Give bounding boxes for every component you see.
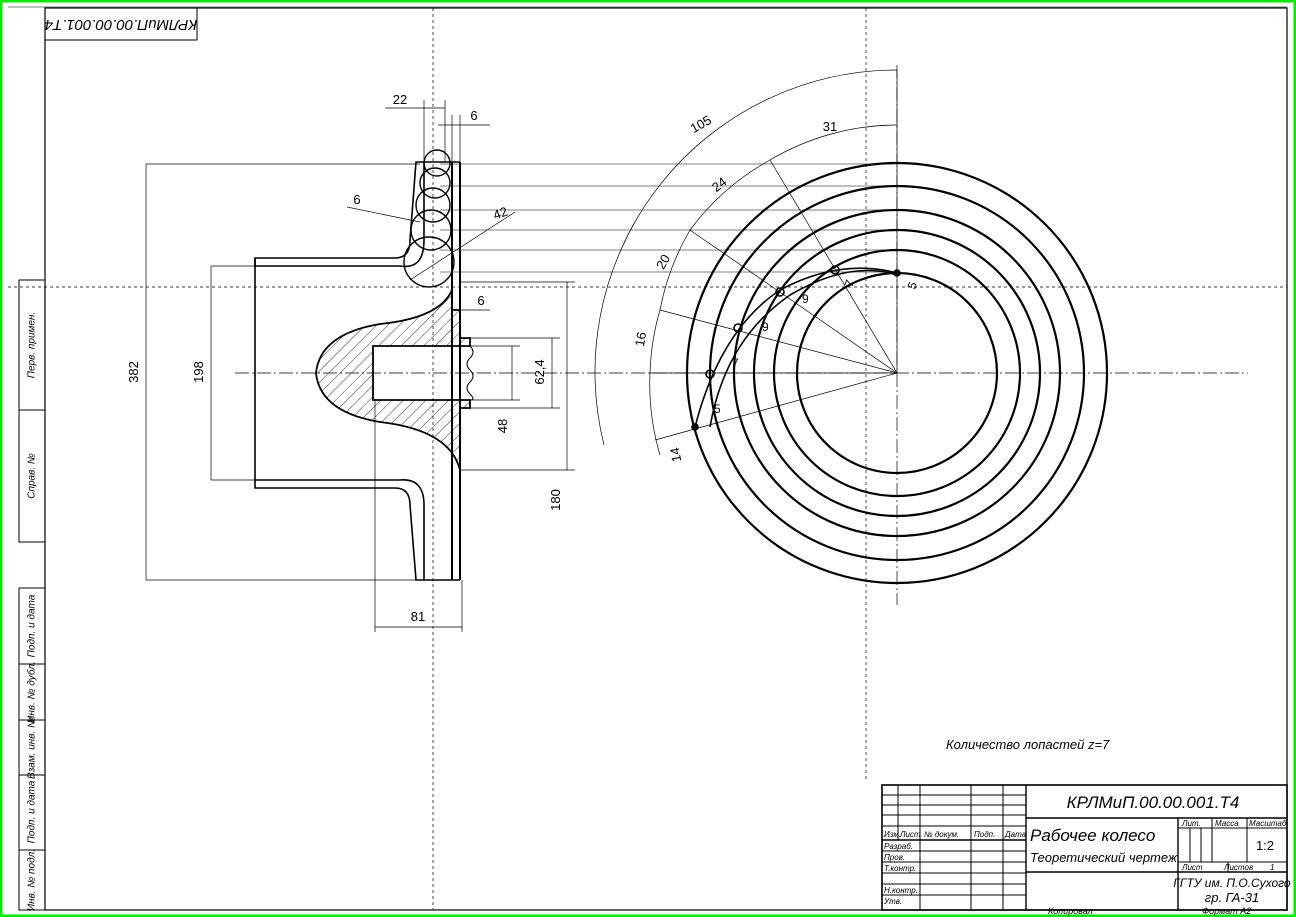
dim-48: 48 xyxy=(495,419,510,433)
side-label-vzam: Взам. инв. № xyxy=(27,717,38,779)
tb-h-date: Дата xyxy=(1004,830,1027,839)
blade-r5b: 5 xyxy=(905,280,921,291)
tb-list: Лист xyxy=(1181,863,1203,872)
tb-massa: Масса xyxy=(1215,819,1239,828)
rotated-stamp: КРЛМиП.00.00.001.Т4 xyxy=(44,7,198,41)
tb-prov: Пров. xyxy=(884,853,905,862)
tb-nkontr: Н.контр. xyxy=(884,886,918,895)
drawing-sheet: КРЛМиП.00.00.001.Т4 Перв. примен. Справ.… xyxy=(0,0,1296,917)
tb-group: гр. ГА-31 xyxy=(1205,890,1259,905)
dim-180: 180 xyxy=(548,489,563,511)
tb-listov-val: 1 xyxy=(1270,863,1274,872)
tb-designation: КРЛМиП.00.00.001.Т4 xyxy=(1067,793,1240,812)
blade-r9b: 9 xyxy=(802,292,809,306)
tb-org: ГГТУ им. П.О.Сухого xyxy=(1173,876,1291,890)
tb-tkontr: Т.контр. xyxy=(884,864,916,873)
angle-20: 20 xyxy=(653,252,673,272)
dim-22: 22 xyxy=(393,92,407,107)
dim-6-fillet: 6 xyxy=(353,192,360,207)
sheet-border xyxy=(8,6,1288,911)
angle-31: 31 xyxy=(823,119,837,134)
tb-name: Рабочее колесо xyxy=(1030,826,1155,845)
dim-6-hub: 6 xyxy=(477,293,484,308)
tb-h-list: Лист xyxy=(899,830,921,839)
blade-r9a: 9 xyxy=(762,320,769,334)
dim-382: 382 xyxy=(126,361,141,383)
angle-16: 16 xyxy=(632,331,649,348)
dim-6-top: 6 xyxy=(470,108,477,123)
blade-r5a: 5 xyxy=(714,402,721,416)
tb-lit: Лит. xyxy=(1181,819,1201,828)
tb-format: Формат А2 xyxy=(1202,906,1251,916)
side-label-podp1: Подп. и дата xyxy=(27,594,38,657)
blade-r7a: 7 xyxy=(732,356,739,370)
angle-14: 14 xyxy=(667,446,684,463)
tb-h-docnum: № докум. xyxy=(924,830,959,839)
dim-198: 198 xyxy=(191,361,206,383)
tb-scale: 1:2 xyxy=(1256,838,1274,853)
tb-listov: Листов xyxy=(1223,863,1253,872)
tb-utv: Утв. xyxy=(883,897,902,906)
dim-81: 81 xyxy=(411,609,425,624)
blade-count-note: Количество лопастей z=7 xyxy=(946,737,1110,752)
stamp-rotated-text: КРЛМиП.00.00.001.Т4 xyxy=(45,16,197,33)
blade-curves xyxy=(691,265,901,431)
window-frame xyxy=(0,0,1296,917)
tb-doc-type: Теоретический чертеж xyxy=(1030,850,1178,865)
hub-hatched xyxy=(315,289,474,471)
side-label-perv: Перв. примен. xyxy=(27,312,38,378)
tb-masshtab: Масштаб xyxy=(1249,819,1287,828)
tb-h-izm: Изм. xyxy=(884,830,901,839)
tb-h-sign: Подп. xyxy=(974,830,995,839)
angle-24: 24 xyxy=(709,174,730,195)
angle-105: 105 xyxy=(688,112,714,136)
side-label-inv-dubl: Инв. № дубл. xyxy=(26,661,38,723)
dim-42: 42 xyxy=(491,204,510,223)
construction-lines xyxy=(8,8,1287,910)
dim-62-4: 62,4 xyxy=(532,359,547,384)
side-label-sprav: Справ. № xyxy=(27,453,38,499)
side-label-inv-podl: Инв. № подл. xyxy=(27,849,38,911)
side-label-podp2: Подп. и дата xyxy=(27,780,38,843)
tb-kopiroval: Копировал xyxy=(1048,906,1093,916)
tb-razrab: Разраб. xyxy=(884,842,913,851)
